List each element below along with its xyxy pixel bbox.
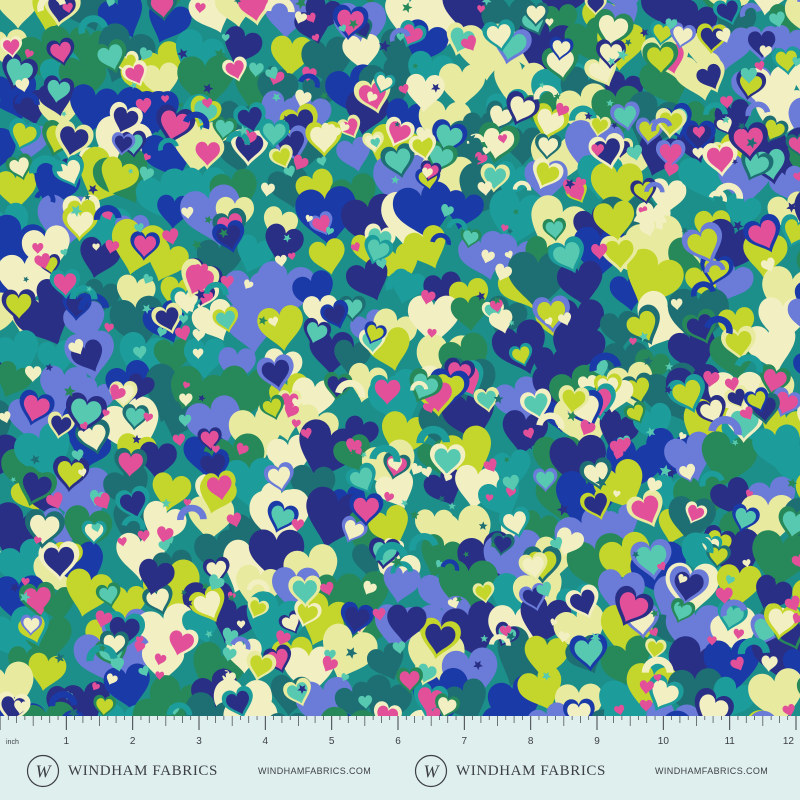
ruler-number: 12 <box>783 736 795 747</box>
ruler-number: 1 <box>64 736 70 747</box>
inch-ruler: inch 1 2 3 4 5 6 7 8 9 10 11 12 <box>0 716 797 747</box>
ruler-number: 6 <box>395 736 401 747</box>
ruler-number: 7 <box>462 736 468 747</box>
fabric-pattern <box>0 0 800 716</box>
brand-block-right: W WINDHAM FABRICS <box>414 754 606 788</box>
brand-name: WINDHAM FABRICS <box>68 762 218 779</box>
ruler-number: 2 <box>130 736 136 747</box>
ruler-number: 4 <box>263 736 269 747</box>
website-link[interactable]: WINDHAMFABRICS.COM <box>258 766 371 776</box>
ruler-number: 9 <box>594 736 600 747</box>
windham-logo-icon: W <box>26 754 60 788</box>
ruler-unit-label: inch <box>6 739 19 746</box>
ruler-number: 11 <box>724 736 735 747</box>
brand-block-left: W WINDHAM FABRICS <box>26 754 218 788</box>
ruler-number: 8 <box>528 736 534 747</box>
brand-name: WINDHAM FABRICS <box>456 762 606 779</box>
svg-text:W: W <box>424 762 441 782</box>
ruler-number: 3 <box>196 736 202 747</box>
ruler-number: 10 <box>658 736 670 747</box>
windham-logo-icon: W <box>414 754 448 788</box>
ruler-number: 5 <box>329 736 335 747</box>
website-link[interactable]: WINDHAMFABRICS.COM <box>655 766 768 776</box>
svg-text:W: W <box>36 762 53 782</box>
fabric-swatch-view: inch 1 2 3 4 5 6 7 8 9 10 11 12 W WINDHAM FABRICS WI… <box>0 0 800 800</box>
